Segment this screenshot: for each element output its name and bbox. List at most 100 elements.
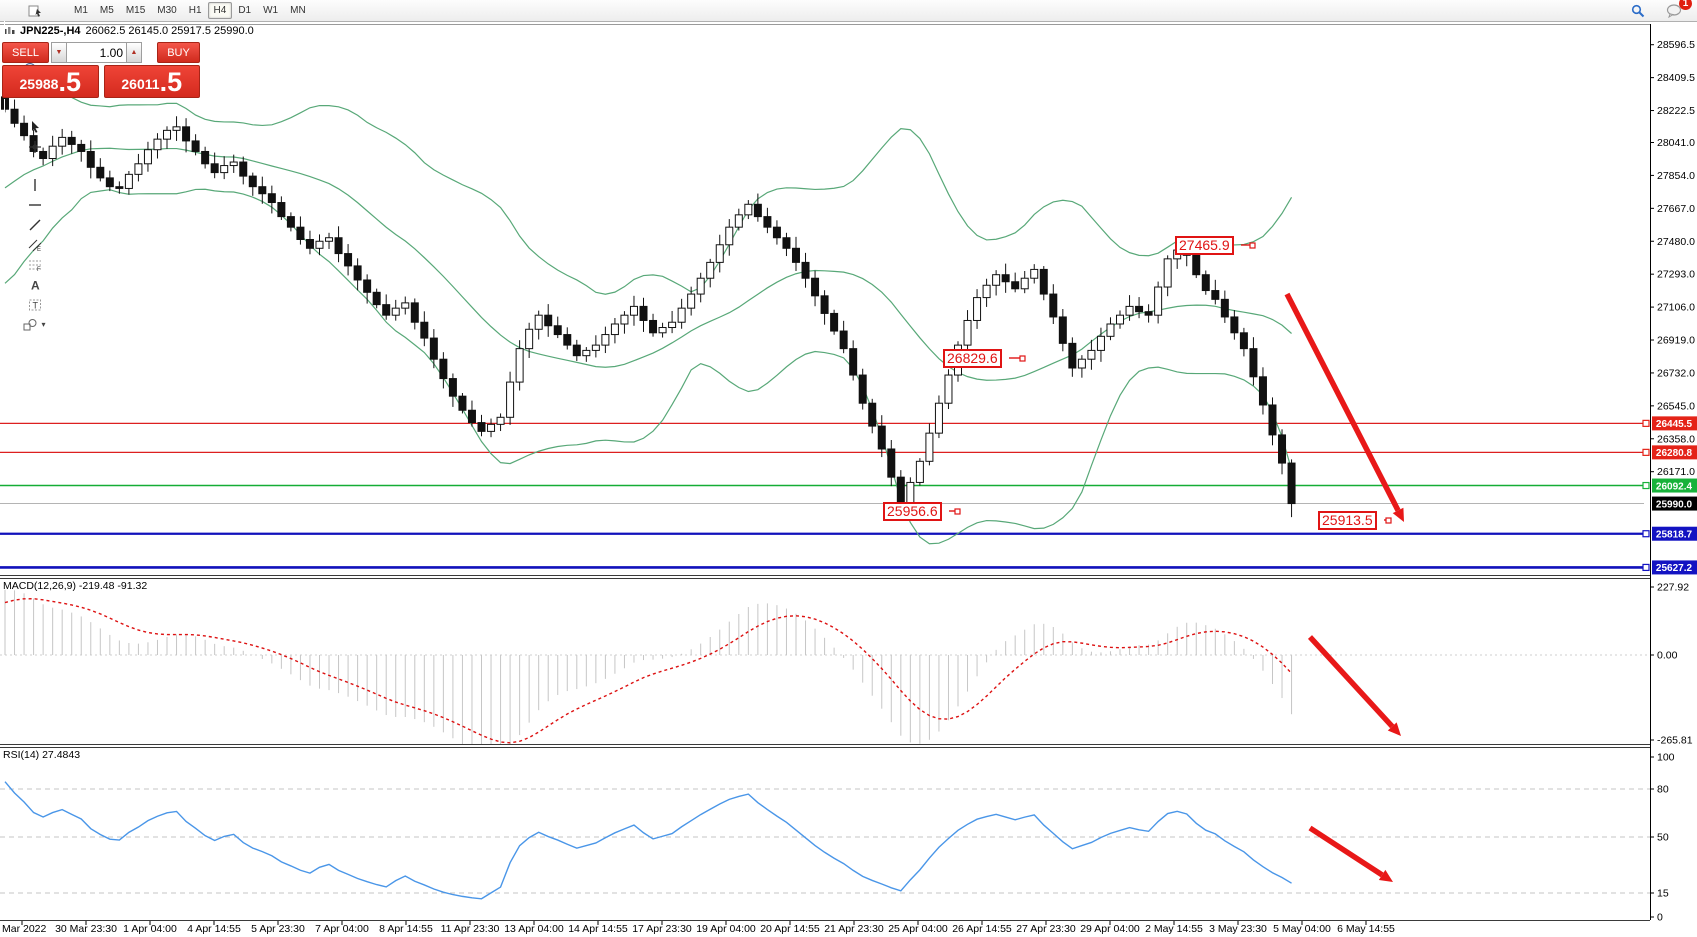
price-axis-label: 28041.0 [1657,137,1695,149]
time-axis-label: 11 Apr 23:30 [441,923,500,935]
volume-increase-button[interactable]: ▲ [126,42,142,63]
volume-input[interactable]: 1.00 [67,42,126,63]
rsi-panel[interactable] [0,782,1650,899]
candle-body [230,162,237,166]
price-axis-label: 28409.5 [1657,72,1695,84]
candle-body [983,285,990,297]
macd-panel[interactable] [0,590,1650,755]
svg-text:A: A [31,278,40,292]
price-label-annotation[interactable]: 26829.6 [943,349,1002,368]
candle-body [592,345,599,350]
candle-body [364,280,371,292]
crosshair-button[interactable] [1,137,68,157]
notification-badge: 1 [1679,0,1692,10]
timeframe-h1-button[interactable]: H1 [183,2,208,19]
price-badge-label: 26280.8 [1656,448,1693,459]
buy-button[interactable]: BUY [157,42,200,63]
svg-text:T: T [32,300,38,310]
buy-price-quote[interactable]: 26011 .5 [104,65,201,98]
main-chart-panel[interactable] [0,88,1644,568]
text-label-icon: T [28,298,42,312]
search-icon [1631,4,1645,18]
candle-body [1050,294,1057,317]
candle-body [125,174,132,188]
candle-body [602,335,609,346]
price-axis-label: 28596.5 [1657,39,1695,51]
quote-ohlc: 26062.5 26145.0 25917.5 25990.0 [86,25,254,37]
text-icon: A [28,278,42,292]
candle-body [468,410,475,422]
horizontal-line-button[interactable] [1,195,68,215]
timeframe-w1-button[interactable]: W1 [257,2,284,19]
volume-decrease-button[interactable]: ▼ [51,42,67,63]
line-anchor-square[interactable] [1643,564,1649,570]
candle-body [297,227,304,239]
text-label-button[interactable]: T [1,295,68,315]
timeframe-m5-button[interactable]: M5 [94,2,120,19]
toolbar-separator [4,335,5,352]
candle-body [87,151,94,167]
chart-canvas[interactable]: 28596.528409.528222.528041.027854.027667… [0,0,1697,937]
candle-body [564,335,571,346]
price-label-annotation[interactable]: 27465.9 [1175,236,1234,255]
candle-body [812,278,819,296]
sell-price-quote[interactable]: 25988 .5 [2,65,99,98]
candle-body [192,141,199,152]
sell-button[interactable]: SELL [2,42,49,63]
chat-button[interactable]: 1 [1661,1,1687,21]
timeframe-m15-button[interactable]: M15 [120,2,151,19]
line-anchor-square[interactable] [1643,483,1649,489]
equidistant-channel-button[interactable]: E [1,235,68,255]
price-label-annotation[interactable]: 25913.5 [1318,511,1377,530]
line-anchor-square[interactable] [1643,420,1649,426]
candle-body [116,187,123,189]
candle-body [488,424,495,431]
fibonacci-button[interactable]: F [1,255,68,275]
macd-axis-label: 0.00 [1657,650,1678,662]
drawn-arrow[interactable] [1287,294,1398,510]
annotation-anchor-square[interactable] [955,509,960,514]
candle-body [878,426,885,449]
svg-text:F: F [37,267,41,272]
timeframe-m1-button[interactable]: M1 [68,2,94,19]
candle-body [392,308,399,315]
price-label-annotation[interactable]: 25956.6 [883,502,942,521]
shapes-button[interactable]: ▾ [1,315,68,335]
candle-body [316,241,323,248]
candle-body [421,322,428,338]
search-button[interactable] [1625,1,1651,21]
candle-body [897,477,904,503]
trend-line-icon [28,218,42,232]
annotation-anchor-square[interactable] [1250,243,1255,248]
arrange-cursor-button[interactable] [1,1,68,21]
cursor-button[interactable] [1,117,68,137]
fibonacci-icon: F [28,258,42,272]
text-button[interactable]: A [1,275,68,295]
timeframe-d1-button[interactable]: D1 [232,2,257,19]
price-axis-label: 27667.0 [1657,203,1695,215]
equidistant-channel-icon: E [28,238,42,252]
candle-body [783,238,790,249]
candle-body [1040,269,1047,294]
annotation-anchor-square[interactable] [1386,518,1391,523]
price-badge-label: 25818.7 [1656,530,1693,541]
candle-body [507,382,514,417]
candle-body [688,294,695,308]
candle-body [1202,275,1209,291]
mt4-window: 28596.528409.528222.528041.027854.027667… [0,0,1697,937]
drawn-arrow[interactable] [1310,637,1392,726]
candle-body [1164,259,1171,287]
line-anchor-square[interactable] [1643,449,1649,455]
timeframe-m30-button[interactable]: M30 [151,2,182,19]
svg-text:E: E [37,247,41,252]
trend-line-button[interactable] [1,215,68,235]
line-anchor-square[interactable] [1643,531,1649,537]
annotation-anchor-square[interactable] [1020,356,1025,361]
timeframe-h4-button[interactable]: H4 [208,2,233,19]
timeframe-mn-button[interactable]: MN [284,2,312,19]
time-axis-label: 17 Apr 23:30 [632,923,692,935]
vertical-line-icon [28,178,42,192]
drawn-arrow[interactable] [1310,828,1382,875]
cursor-icon [28,120,42,134]
vertical-line-button[interactable] [1,175,68,195]
